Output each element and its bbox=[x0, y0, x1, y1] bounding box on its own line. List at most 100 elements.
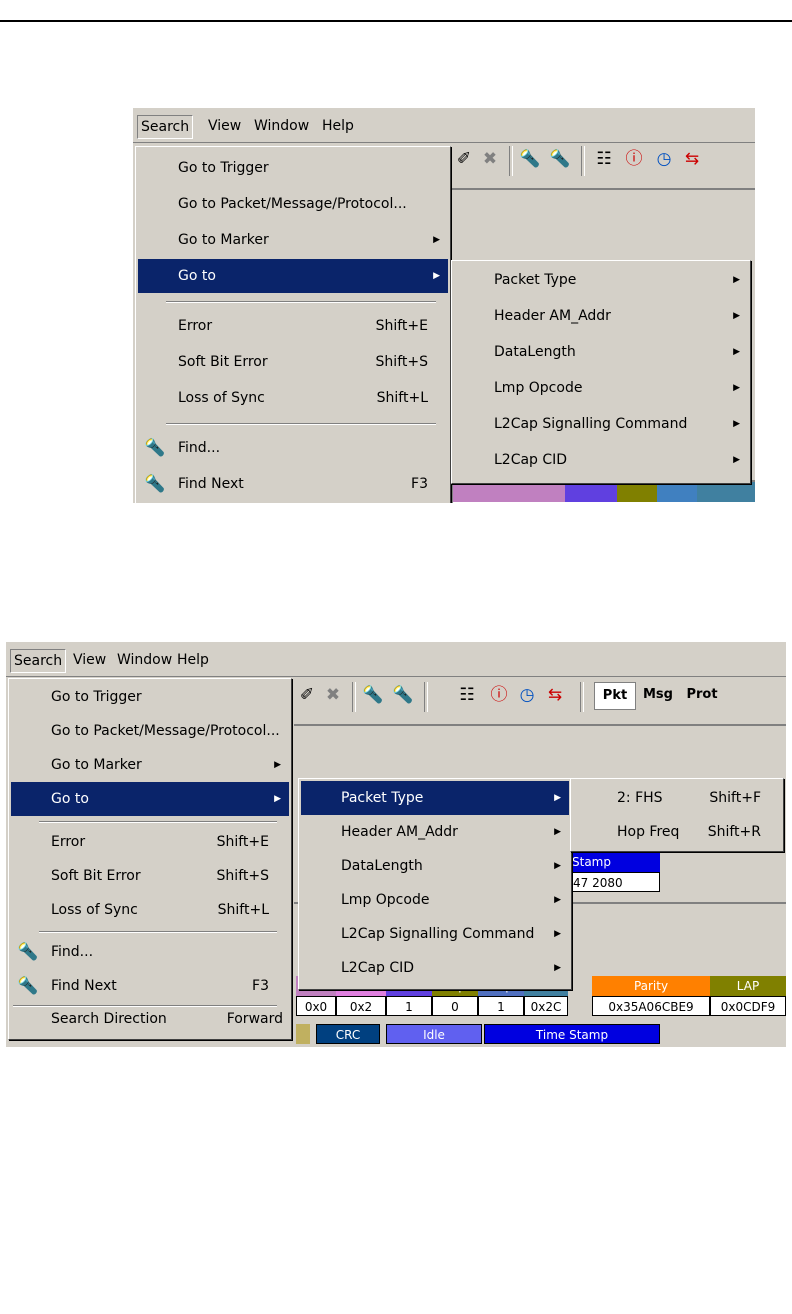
header-crc: CRC bbox=[316, 1024, 380, 1044]
submenu-arrow-icon: ▶ bbox=[733, 275, 740, 285]
submenu-item-l2cap-signalling[interactable]: L2Cap Signalling Command ▶ bbox=[454, 407, 748, 441]
menu-item-go-to-packet[interactable]: Go to Packet/Message/Protocol... bbox=[11, 714, 289, 748]
header-idle: Idle bbox=[386, 1024, 482, 1044]
menu-item-find[interactable]: 🔦 Find... bbox=[138, 431, 448, 465]
submenu-arrow-icon: ▶ bbox=[433, 235, 440, 245]
menu-window[interactable]: Window bbox=[114, 649, 175, 671]
flashlight-icon: 🔦 bbox=[144, 438, 166, 458]
timestamp-value: 47 2080 bbox=[568, 872, 660, 892]
toolbar-separator bbox=[509, 146, 513, 176]
toolbar-separator bbox=[424, 682, 428, 712]
submenu-arrow-icon: ▶ bbox=[433, 271, 440, 281]
menu-item-loss-of-sync[interactable]: Loss of Sync Shift+L bbox=[138, 381, 448, 415]
submenu-arrow-icon: ▶ bbox=[733, 455, 740, 465]
menu-item-search-direction[interactable]: Search Direction Forward bbox=[11, 1002, 289, 1036]
submenu-item-packet-type[interactable]: Packet Type ▶ bbox=[454, 263, 748, 297]
menu-view[interactable]: View bbox=[70, 649, 109, 671]
menu-item-go-to[interactable]: Go to ▶ bbox=[138, 259, 448, 293]
submenu-item-lmp-opcode[interactable]: Lmp Opcode ▶ bbox=[301, 883, 569, 917]
submenu-item-l2cap-cid[interactable]: L2Cap CID ▶ bbox=[301, 951, 569, 985]
menu-help[interactable]: Help bbox=[174, 649, 212, 671]
packet-type-submenu: 2: FHS Shift+F Hop Freq Shift+R bbox=[570, 778, 784, 852]
submenu-item-data-length[interactable]: DataLength ▶ bbox=[301, 849, 569, 883]
submenu-item-header-am-addr[interactable]: Header AM_Addr ▶ bbox=[301, 815, 569, 849]
menu-bar: Search View Window Help bbox=[6, 642, 786, 677]
menu-item-go-to-marker[interactable]: Go to Marker ▶ bbox=[138, 223, 448, 257]
toolbar-separator bbox=[581, 146, 585, 176]
menu-item-go-to[interactable]: Go to ▶ bbox=[11, 782, 289, 816]
find-next-icon: 🔦 bbox=[17, 976, 39, 996]
value-fhs: 0x2 bbox=[336, 996, 386, 1016]
clock-icon[interactable]: ◷ bbox=[651, 146, 677, 172]
prot-view-button[interactable]: Prot bbox=[682, 682, 722, 708]
search-menu: Go to Trigger Go to Packet/Message/Proto… bbox=[8, 678, 292, 1040]
menu-item-go-to-marker[interactable]: Go to Marker ▶ bbox=[11, 748, 289, 782]
trigger-icon[interactable]: ✐ bbox=[294, 682, 320, 708]
menu-item-find[interactable]: 🔦 Find... bbox=[11, 935, 289, 969]
packet-row-2: CRC Idle Time Stamp bbox=[296, 1022, 786, 1044]
menu-help[interactable]: Help bbox=[319, 115, 357, 137]
submenu-item-header-am-addr[interactable]: Header AM_Addr ▶ bbox=[454, 299, 748, 333]
timestamp-box: Stamp 47 2080 bbox=[568, 852, 660, 892]
menu-search[interactable]: Search bbox=[137, 115, 194, 139]
trigger-icon[interactable]: ✐ bbox=[451, 146, 477, 172]
menu-item-error[interactable]: Error Shift+E bbox=[11, 825, 289, 859]
menu-bar: Search View Window Help bbox=[133, 108, 755, 143]
value-parity: 0x35A06CBE9 bbox=[592, 996, 710, 1016]
submenu-arrow-icon: ▶ bbox=[554, 793, 561, 803]
goto-submenu: Packet Type ▶ Header AM_Addr ▶ DataLength ▶… bbox=[298, 778, 572, 990]
menu-separator bbox=[39, 821, 277, 823]
menu-item-go-to-trigger[interactable]: Go to Trigger bbox=[138, 151, 448, 185]
exclamation-icon[interactable]: ⓘ bbox=[621, 146, 647, 172]
menu-item-go-to-packet[interactable]: Go to Packet/Message/Protocol... bbox=[138, 187, 448, 221]
submenu-item-data-length[interactable]: DataLength ▶ bbox=[454, 335, 748, 369]
header-time-stamp: Time Stamp bbox=[484, 1024, 660, 1044]
find-next-icon[interactable]: 🔦 bbox=[390, 682, 416, 708]
flashlight-icon: 🔦 bbox=[17, 942, 39, 962]
timestamp-header: Stamp bbox=[568, 852, 660, 872]
find-next-icon[interactable]: 🔦 bbox=[547, 146, 573, 172]
flashlight-icon[interactable]: 🔦 bbox=[360, 682, 386, 708]
menu-item-soft-bit-error[interactable]: Soft Bit Error Shift+S bbox=[11, 859, 289, 893]
menu-item-soft-bit-error[interactable]: Soft Bit Error Shift+S bbox=[138, 345, 448, 379]
submenu-arrow-icon: ▶ bbox=[554, 895, 561, 905]
flashlight-icon[interactable]: 🔦 bbox=[517, 146, 543, 172]
menu-search[interactable]: Search bbox=[10, 649, 67, 673]
menu-window[interactable]: Window bbox=[251, 115, 312, 137]
submenu-arrow-icon: ▶ bbox=[554, 963, 561, 973]
goto-submenu: Packet Type ▶ Header AM_Addr ▶ DataLength ▶… bbox=[451, 260, 751, 484]
menu-separator bbox=[166, 423, 436, 425]
menu-separator bbox=[39, 931, 277, 933]
value-seqn: 1 bbox=[478, 996, 524, 1016]
submenu-item-lmp-opcode[interactable]: Lmp Opcode ▶ bbox=[454, 371, 748, 405]
value-addr: 0x0 bbox=[296, 996, 336, 1016]
menu-item-loss-of-sync[interactable]: Loss of Sync Shift+L bbox=[11, 893, 289, 927]
swap-arrows-icon[interactable]: ⇆ bbox=[542, 682, 568, 708]
menu-item-go-to-trigger[interactable]: Go to Trigger bbox=[11, 680, 289, 714]
clock-icon[interactable]: ◷ bbox=[514, 682, 540, 708]
screenshot-packet-type-submenu: Search View Window Help ✐ ✖ 🔦 🔦 ☷ ⓘ ◷ ⇆ … bbox=[6, 642, 786, 1047]
clear-trigger-icon[interactable]: ✖ bbox=[477, 146, 503, 172]
menu-item-error[interactable]: Error Shift+E bbox=[138, 309, 448, 343]
submenu-item-packet-type[interactable]: Packet Type ▶ bbox=[301, 781, 569, 815]
submenu-item-fhs[interactable]: 2: FHS Shift+F bbox=[573, 781, 781, 815]
help-cursor-icon[interactable]: ☷ bbox=[591, 146, 617, 172]
exclamation-icon[interactable]: ⓘ bbox=[486, 682, 512, 708]
submenu-item-l2cap-signalling[interactable]: L2Cap Signalling Command ▶ bbox=[301, 917, 569, 951]
submenu-item-l2cap-cid[interactable]: L2Cap CID ▶ bbox=[454, 443, 748, 477]
value-hec: 0x2C bbox=[524, 996, 568, 1016]
submenu-item-hop-freq[interactable]: Hop Freq Shift+R bbox=[573, 815, 781, 849]
swap-arrows-icon[interactable]: ⇆ bbox=[679, 146, 705, 172]
panel-divider bbox=[294, 724, 786, 726]
header-lap: LAP bbox=[710, 976, 786, 996]
toolbar: ✐ ✖ 🔦 🔦 ☷ ⓘ ◷ ⇆ Pkt Msg Prot bbox=[294, 682, 774, 722]
pkt-view-button[interactable]: Pkt bbox=[594, 682, 636, 710]
menu-item-find-next[interactable]: 🔦 Find Next F3 bbox=[138, 467, 448, 501]
msg-view-button[interactable]: Msg bbox=[638, 682, 678, 708]
menu-item-find-next[interactable]: 🔦 Find Next F3 bbox=[11, 969, 289, 1003]
clear-trigger-icon[interactable]: ✖ bbox=[320, 682, 346, 708]
menu-view[interactable]: View bbox=[205, 115, 244, 137]
value-lap: 0x0CDF9 bbox=[710, 996, 786, 1016]
submenu-arrow-icon: ▶ bbox=[274, 760, 281, 770]
help-cursor-icon[interactable]: ☷ bbox=[454, 682, 480, 708]
